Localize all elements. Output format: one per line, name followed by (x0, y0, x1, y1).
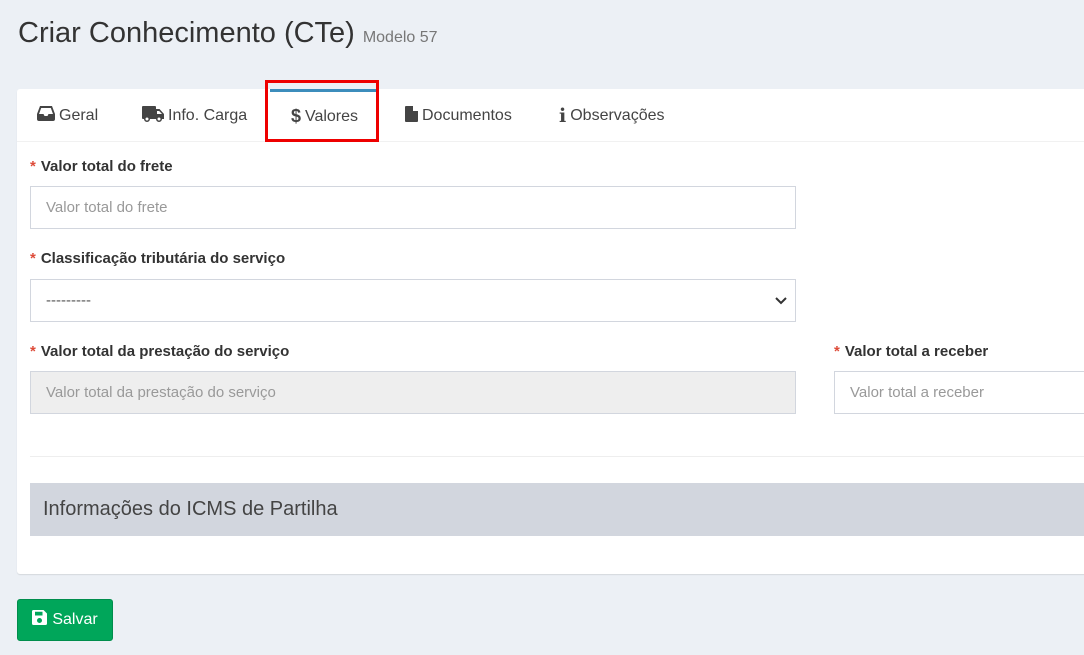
required-marker: * (30, 343, 36, 360)
save-button-label: Salvar (52, 611, 98, 628)
tab-documentos-label: Documentos (422, 107, 512, 124)
icms-partilha-title: Informações do ICMS de Partilha (43, 498, 338, 520)
truck-icon (142, 105, 164, 127)
valor-total-frete-label: * Valor total do frete (30, 158, 173, 175)
icms-partilha-section-header[interactable]: Informações do ICMS de Partilha (30, 483, 1084, 536)
divider (30, 456, 1084, 457)
valor-total-receber-label-text: Valor total a receber (844, 343, 989, 360)
tab-bar: Geral Info. Carga $ Valores Documentos i… (17, 80, 1084, 142)
file-icon (405, 105, 418, 127)
valor-total-prestacao-label-text: Valor total da prestação do serviço (40, 343, 290, 360)
required-marker: * (834, 343, 840, 360)
form-box: Geral Info. Carga $ Valores Documentos i… (17, 80, 1084, 574)
tab-valores-label: Valores (304, 107, 359, 125)
info-icon: i (559, 105, 567, 127)
valor-total-frete-label-text: Valor total do frete (40, 158, 173, 175)
page-title: Criar Conhecimento (CTe) Modelo 57 (18, 17, 438, 50)
classificacao-tributaria-selected: --------- (46, 292, 91, 309)
tab-geral-label: Geral (59, 107, 99, 124)
valor-total-receber-input[interactable] (834, 371, 1084, 414)
floppy-disk-icon (32, 610, 48, 630)
valor-total-prestacao-input (30, 371, 796, 414)
dollar-icon: $ (290, 106, 301, 126)
inbox-icon (37, 106, 55, 126)
valor-total-frete-input[interactable] (30, 186, 796, 229)
chevron-down-icon (775, 292, 787, 309)
required-marker: * (30, 158, 36, 175)
valor-total-prestacao-label: * Valor total da prestação do serviço (30, 343, 289, 360)
tab-info-carga-label: Info. Carga (168, 107, 248, 124)
tab-observacoes-label: Observações (570, 107, 665, 124)
tab-valores[interactable]: $ Valores (270, 89, 379, 141)
page-title-text: Criar Conhecimento (CTe) (18, 17, 355, 49)
required-marker: * (30, 250, 36, 267)
classificacao-tributaria-select[interactable]: --------- (30, 279, 796, 322)
tab-geral[interactable]: Geral (37, 89, 98, 141)
tab-info-carga[interactable]: Info. Carga (142, 89, 247, 141)
valor-total-receber-label: * Valor total a receber (834, 343, 988, 360)
tab-observacoes[interactable]: i Observações (559, 89, 664, 141)
classificacao-tributaria-label-text: Classificação tributária do serviço (40, 250, 286, 267)
tab-documentos[interactable]: Documentos (405, 89, 512, 141)
save-button[interactable]: Salvar (17, 599, 113, 641)
page-subtitle: Modelo 57 (362, 29, 438, 46)
classificacao-tributaria-label: * Classificação tributária do serviço (30, 250, 285, 267)
